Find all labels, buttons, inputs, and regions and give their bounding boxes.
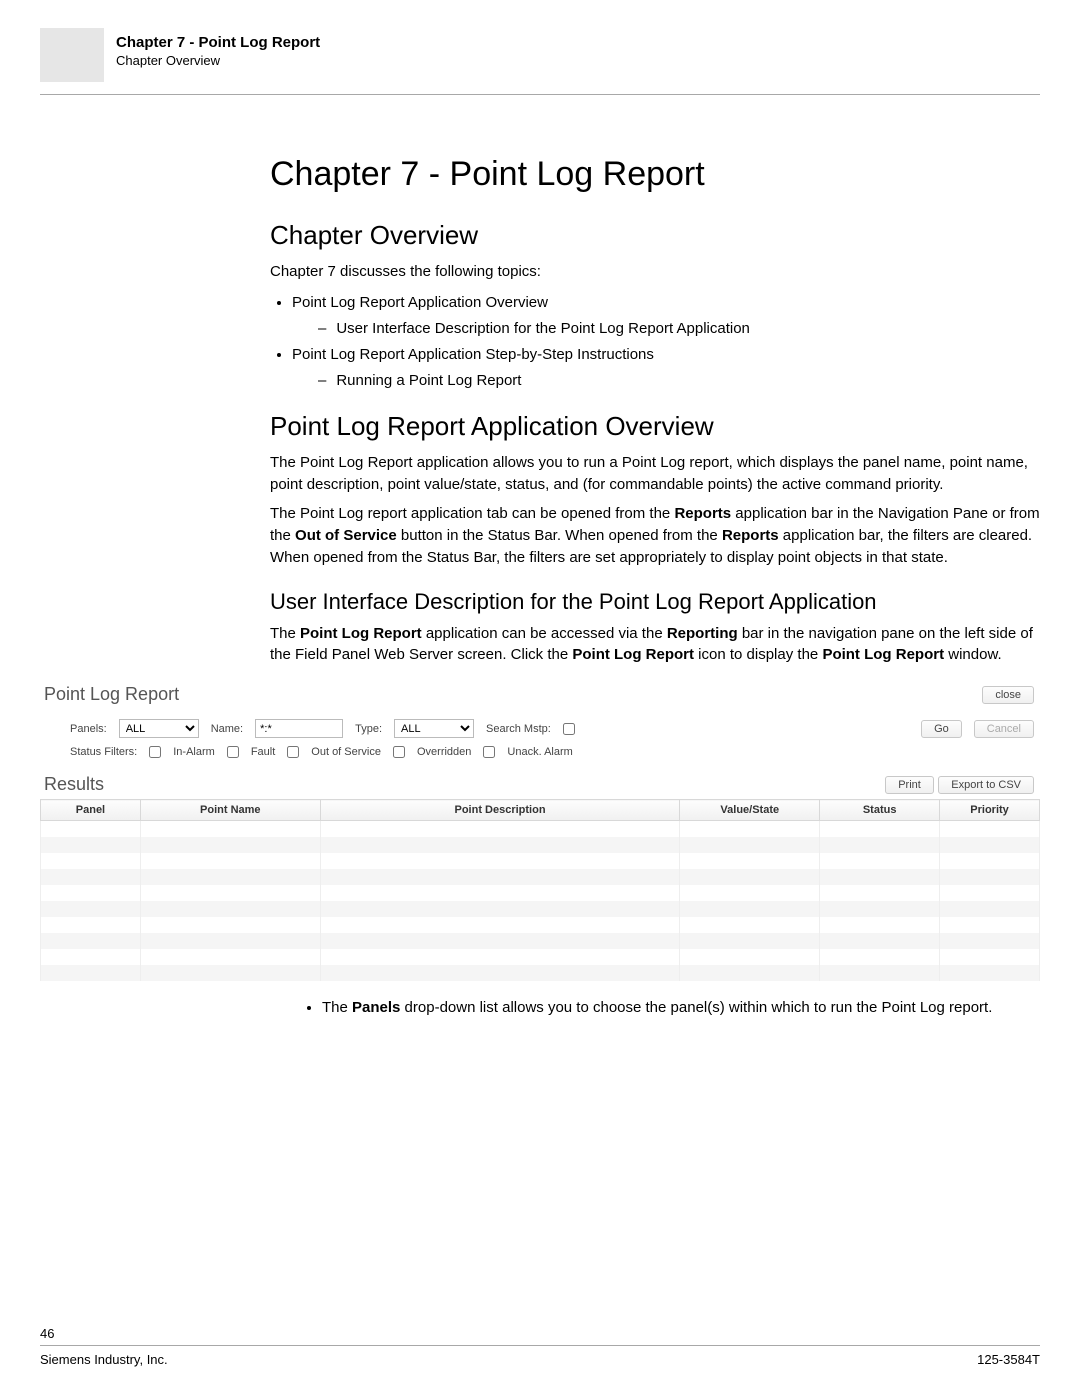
post-screenshot-list: The Panels drop-down list allows you to … <box>300 997 1040 1020</box>
table-row <box>41 853 1040 869</box>
close-button[interactable]: close <box>982 686 1034 704</box>
footer-docid: 125-3584T <box>977 1352 1040 1367</box>
ui-desc-heading: User Interface Description for the Point… <box>270 589 1040 615</box>
overview-item-1a: User Interface Description for the Point… <box>318 317 1040 341</box>
post-item-panels: The Panels drop-down list allows you to … <box>322 997 1040 1020</box>
results-heading: Results <box>44 774 104 795</box>
filter-overridden-checkbox[interactable] <box>393 746 405 758</box>
status-filters-label: Status Filters: <box>70 746 137 758</box>
table-row <box>41 933 1040 949</box>
panels-label: Panels: <box>70 723 107 735</box>
table-row <box>41 869 1040 885</box>
filter-overridden-label: Overridden <box>417 746 471 758</box>
filter-unack-label: Unack. Alarm <box>507 746 572 758</box>
panels-select[interactable]: ALL <box>119 719 199 738</box>
point-log-report-window: Point Log Report close Panels: ALL Name:… <box>40 680 1040 981</box>
footer-company: Siemens Industry, Inc. <box>40 1352 168 1367</box>
footer-rule <box>40 1345 1040 1346</box>
status-filter-row: Status Filters: In-Alarm Fault Out of Se… <box>40 744 1040 768</box>
page-number: 46 <box>40 1326 1040 1341</box>
chapter-title: Chapter 7 - Point Log Report <box>270 155 1040 194</box>
header-titles: Chapter 7 - Point Log Report Chapter Ove… <box>116 28 320 68</box>
header-section: Chapter Overview <box>116 53 320 68</box>
ui-desc-p1: The Point Log Report application can be … <box>270 623 1040 667</box>
search-mstp-checkbox[interactable] <box>563 723 575 735</box>
table-row <box>41 901 1040 917</box>
filter-row: Panels: ALL Name: Type: ALL Search Mstp:… <box>40 713 1040 744</box>
results-table: Panel Point Name Point Description Value… <box>40 799 1040 981</box>
col-panel[interactable]: Panel <box>41 800 141 821</box>
page-footer: 46 Siemens Industry, Inc. 125-3584T <box>40 1326 1040 1367</box>
filter-oos-checkbox[interactable] <box>287 746 299 758</box>
header-logo-placeholder <box>40 28 104 82</box>
export-csv-button[interactable]: Export to CSV <box>938 776 1034 794</box>
table-row <box>41 965 1040 981</box>
app-overview-heading: Point Log Report Application Overview <box>270 411 1040 442</box>
overview-heading: Chapter Overview <box>270 220 1040 251</box>
col-point-desc[interactable]: Point Description <box>320 800 680 821</box>
print-button[interactable]: Print <box>885 776 934 794</box>
filter-fault-label: Fault <box>251 746 275 758</box>
cancel-button[interactable]: Cancel <box>974 720 1034 738</box>
overview-list: Point Log Report Application Overview Us… <box>270 291 1040 393</box>
filter-inalarm-checkbox[interactable] <box>149 746 161 758</box>
page-header: Chapter 7 - Point Log Report Chapter Ove… <box>0 0 1080 94</box>
col-priority[interactable]: Priority <box>940 800 1040 821</box>
type-select[interactable]: ALL <box>394 719 474 738</box>
overview-item-1: Point Log Report Application Overview Us… <box>292 291 1040 341</box>
table-row <box>41 885 1040 901</box>
col-point-name[interactable]: Point Name <box>140 800 320 821</box>
filter-fault-checkbox[interactable] <box>227 746 239 758</box>
name-input[interactable] <box>255 719 343 738</box>
app-overview-p2: The Point Log report application tab can… <box>270 503 1040 568</box>
app-title: Point Log Report <box>44 684 179 705</box>
app-overview-p1: The Point Log Report application allows … <box>270 452 1040 496</box>
overview-item-2a: Running a Point Log Report <box>318 369 1040 393</box>
overview-intro: Chapter 7 discusses the following topics… <box>270 261 1040 283</box>
table-row <box>41 821 1040 838</box>
type-label: Type: <box>355 723 382 735</box>
table-row <box>41 837 1040 853</box>
overview-item-2: Point Log Report Application Step-by-Ste… <box>292 343 1040 393</box>
filter-oos-label: Out of Service <box>311 746 381 758</box>
go-button[interactable]: Go <box>921 720 962 738</box>
table-row <box>41 949 1040 965</box>
filter-inalarm-label: In-Alarm <box>173 746 215 758</box>
filter-unack-checkbox[interactable] <box>483 746 495 758</box>
header-chapter: Chapter 7 - Point Log Report <box>116 34 320 51</box>
name-label: Name: <box>211 723 243 735</box>
table-row <box>41 917 1040 933</box>
col-value-state[interactable]: Value/State <box>680 800 820 821</box>
search-mstp-label: Search Mstp: <box>486 723 551 735</box>
col-status[interactable]: Status <box>820 800 940 821</box>
